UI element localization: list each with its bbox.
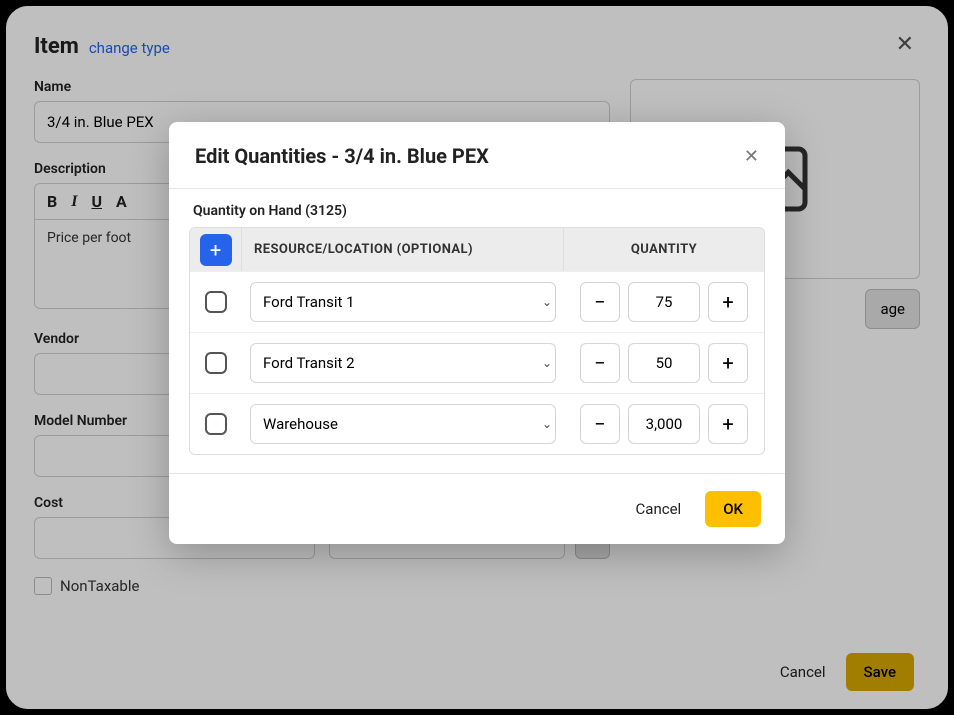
decrement-button[interactable]: − [580,404,620,444]
modal-footer: Cancel OK [169,473,785,544]
row-checkbox[interactable] [205,413,227,435]
location-select[interactable] [250,343,556,383]
edit-quantities-modal: Edit Quantities - 3/4 in. Blue PEX ✕ Qua… [169,122,785,544]
increment-button[interactable]: + [708,404,748,444]
table-header: + RESOURCE/LOCATION (OPTIONAL) QUANTITY [190,228,764,271]
table-row: ⌄ − + [190,332,764,393]
location-select[interactable] [250,404,556,444]
modal-ok-button[interactable]: OK [705,491,761,527]
divider [169,188,785,189]
table-row: ⌄ − + [190,393,764,454]
column-header-location: RESOURCE/LOCATION (OPTIONAL) [242,228,564,271]
quantity-input[interactable] [628,282,700,322]
table-row: ⌄ − + [190,271,764,332]
increment-button[interactable]: + [708,282,748,322]
quantity-input[interactable] [628,343,700,383]
quantity-input[interactable] [628,404,700,444]
row-checkbox[interactable] [205,291,227,313]
close-icon[interactable]: ✕ [744,146,759,167]
modal-cancel-button[interactable]: Cancel [630,490,688,528]
quantity-on-hand-label: Quantity on Hand (3125) [193,203,765,219]
decrement-button[interactable]: − [580,282,620,322]
column-header-quantity: QUANTITY [564,228,764,271]
add-row-button[interactable]: + [200,234,232,266]
modal-title: Edit Quantities - 3/4 in. Blue PEX [195,144,489,168]
quantity-table: + RESOURCE/LOCATION (OPTIONAL) QUANTITY … [189,227,765,455]
decrement-button[interactable]: − [580,343,620,383]
increment-button[interactable]: + [708,343,748,383]
location-select[interactable] [250,282,556,322]
row-checkbox[interactable] [205,352,227,374]
